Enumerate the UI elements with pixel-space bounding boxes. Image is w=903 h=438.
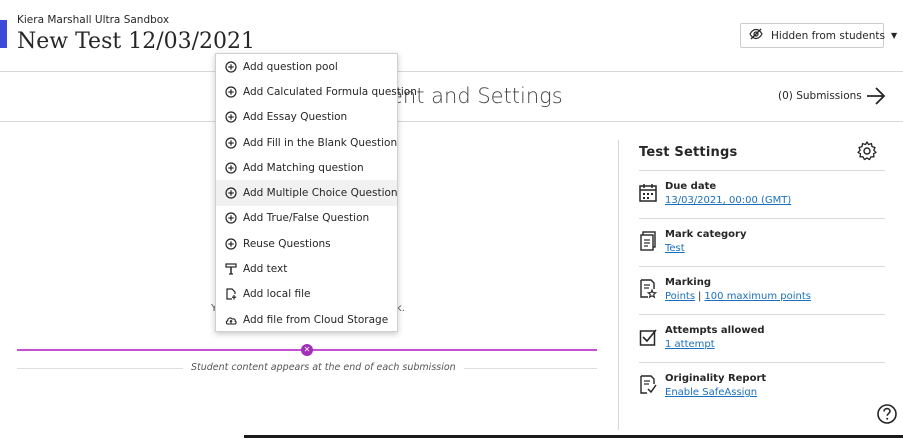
setting-mark-category: Mark category Test	[639, 218, 885, 266]
visibility-label: Hidden from students	[771, 29, 885, 42]
menu-item-label: Add text	[243, 263, 288, 276]
arrow-right-icon[interactable]	[864, 84, 888, 108]
header-divider	[0, 71, 903, 72]
course-name: Kiera Marshall Ultra Sandbox	[17, 14, 170, 26]
section-divider	[0, 121, 903, 122]
student-content-note: Student content appears at the end of ea…	[183, 362, 464, 373]
marking-max-points-link[interactable]: 100 maximum points	[704, 291, 811, 302]
originality-label: Originality Report	[665, 373, 767, 384]
submissions-count[interactable]: (0) Submissions	[778, 90, 862, 102]
mark-category-label: Mark category	[665, 229, 747, 240]
menu-item-label: Add Fill in the Blank Question	[243, 136, 398, 149]
menu-item-add-matching-question[interactable]: Add Matching question	[216, 155, 397, 180]
checkbox-icon	[639, 327, 657, 347]
plus-circle-icon	[225, 162, 243, 174]
menu-item-add-local-file[interactable]: Add local file	[216, 282, 397, 307]
marking-separator: |	[698, 291, 702, 302]
setting-originality: Originality Report Enable SafeAssign	[639, 362, 885, 410]
menu-item-add-text[interactable]: Add text	[216, 256, 397, 281]
menu-item-label: Add file from Cloud Storage	[243, 313, 389, 326]
course-accent-bar	[0, 20, 7, 48]
plus-circle-icon	[225, 212, 243, 225]
setting-due-date: Due date 13/03/2021, 00:00 (GMT)	[639, 170, 885, 218]
caret-down-icon: ▼	[890, 31, 898, 40]
plus-circle-icon	[225, 61, 243, 73]
calendar-icon	[639, 183, 657, 203]
due-date-label: Due date	[665, 181, 717, 192]
menu-item-add-essay-question[interactable]: Add Essay Question	[216, 105, 397, 130]
plus-circle-icon	[225, 238, 243, 250]
settings-title: Test Settings	[639, 145, 738, 160]
plus-circle-icon	[225, 111, 243, 123]
gear-icon[interactable]	[856, 140, 878, 162]
document-icon	[639, 231, 657, 251]
originality-report-icon	[639, 375, 657, 395]
menu-item-label: Add Calculated Formula question	[243, 85, 417, 98]
setting-attempts: Attempts allowed 1 attempt	[639, 314, 885, 362]
test-settings-panel: Test Settings Due date 13/03/2021, 00:00…	[618, 140, 903, 430]
marking-label: Marking	[665, 277, 711, 288]
due-date-link[interactable]: 13/03/2021, 00:00 (GMT)	[665, 195, 791, 206]
menu-item-label: Add local file	[243, 288, 311, 301]
text-icon	[225, 263, 243, 275]
menu-item-add-multiple-choice-question[interactable]: Add Multiple Choice Question	[216, 180, 398, 206]
visibility-dropdown[interactable]: Hidden from students ▼	[740, 23, 897, 48]
menu-item-label: Add Multiple Choice Question	[243, 187, 398, 200]
menu-item-add-question-pool[interactable]: Add question pool	[216, 54, 397, 79]
menu-item-label: Add Essay Question	[243, 111, 348, 124]
file-upload-icon	[225, 288, 243, 300]
marking-points-link[interactable]: Points	[665, 291, 695, 302]
eye-slash-icon	[749, 28, 763, 43]
plus-circle-icon	[225, 187, 243, 199]
menu-item-add-true-false-question[interactable]: Add True/False Question	[216, 206, 397, 231]
close-icon[interactable]: ✕	[301, 344, 313, 356]
help-icon[interactable]	[876, 403, 898, 425]
plus-circle-icon	[225, 136, 243, 149]
menu-item-label: Add True/False Question	[243, 212, 370, 225]
attempts-link[interactable]: 1 attempt	[665, 339, 715, 350]
page-title: New Test 12/03/2021	[17, 29, 256, 54]
plus-circle-icon	[225, 86, 243, 98]
menu-item-label: Add question pool	[243, 60, 338, 73]
menu-item-label: Reuse Questions	[243, 237, 331, 250]
menu-item-label: Add Matching question	[243, 161, 364, 174]
mark-category-link[interactable]: Test	[665, 243, 685, 254]
marking-icon	[639, 279, 658, 299]
attempts-label: Attempts allowed	[665, 325, 765, 336]
menu-item-add-file-from-cloud-storage[interactable]: Add file from Cloud Storage	[216, 307, 397, 332]
menu-item-add-calculated-formula-question[interactable]: Add Calculated Formula question	[216, 79, 417, 104]
menu-item-reuse-questions[interactable]: Reuse Questions	[216, 231, 397, 256]
cloud-upload-icon	[225, 314, 243, 326]
safeassign-link[interactable]: Enable SafeAssign	[665, 387, 757, 398]
menu-item-add-fill-in-the-blank-question[interactable]: Add Fill in the Blank Question	[216, 130, 397, 155]
add-content-menu: Add question pool Add Calculated Formula …	[215, 53, 417, 332]
setting-marking: Marking Points | 100 maximum points	[639, 266, 885, 314]
